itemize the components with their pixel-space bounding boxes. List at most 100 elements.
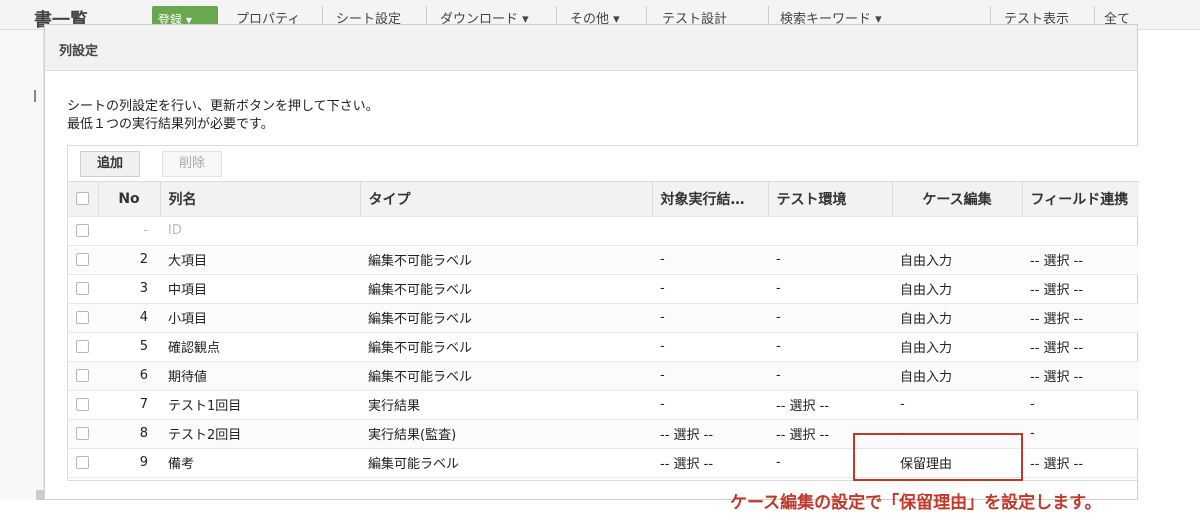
row-column-name: 小項目 xyxy=(160,303,360,333)
header-case-edit[interactable]: ケース編集 xyxy=(892,182,1023,217)
row-field-link[interactable]: -- 選択 -- xyxy=(1022,361,1139,391)
grid-toolbar: 追加 削除 xyxy=(68,146,1139,182)
row-field-link[interactable]: -- 選択 -- xyxy=(1022,332,1139,362)
row-field-link[interactable]: - xyxy=(1022,419,1139,449)
row-field-link[interactable]: -- 選択 -- xyxy=(1022,274,1139,304)
highlight-box xyxy=(853,433,1023,481)
row-checkbox[interactable] xyxy=(76,369,89,382)
header-type[interactable]: タイプ xyxy=(360,182,653,217)
row-column-name: ID xyxy=(160,216,360,246)
annotation-text: ケース編集の設定で「保留理由」を設定します。 xyxy=(730,493,1102,513)
row-target-result[interactable]: - xyxy=(652,274,768,304)
row-type: 編集可能ラベル xyxy=(360,448,652,478)
row-no[interactable]: 9 xyxy=(98,448,160,478)
table-row[interactable]: 7 テスト1回目 実行結果 - -- 選択 -- - - xyxy=(68,390,1139,420)
row-case-edit[interactable]: 自由入力 xyxy=(892,303,1022,333)
row-checkbox[interactable] xyxy=(76,282,89,295)
row-select-cell xyxy=(68,448,98,478)
table-row[interactable]: - ID xyxy=(68,216,1139,246)
row-test-env[interactable]: - xyxy=(768,245,892,275)
row-column-name: 期待値 xyxy=(160,361,360,391)
row-column-name: 大項目 xyxy=(160,245,360,275)
row-checkbox[interactable] xyxy=(76,340,89,353)
table-row[interactable]: 2 大項目 編集不可能ラベル - - 自由入力 -- 選択 -- xyxy=(68,245,1139,275)
header-column-name[interactable]: 列名 xyxy=(160,182,361,217)
row-case-edit[interactable]: 自由入力 xyxy=(892,274,1022,304)
row-test-env[interactable]: -- 選択 -- xyxy=(768,390,892,420)
add-button[interactable]: 追加 xyxy=(80,151,141,177)
row-type: 編集不可能ラベル xyxy=(360,332,652,362)
row-field-link[interactable]: -- 選択 -- xyxy=(1022,448,1139,478)
select-all-checkbox[interactable] xyxy=(76,192,89,206)
row-select-cell xyxy=(68,390,98,420)
row-no[interactable]: 2 xyxy=(98,245,160,275)
row-no[interactable]: 8 xyxy=(98,419,160,449)
row-type: 編集不可能ラベル xyxy=(360,245,652,275)
row-no[interactable]: 4 xyxy=(98,303,160,333)
row-test-env[interactable]: - xyxy=(768,332,892,362)
row-target-result[interactable]: - xyxy=(652,303,768,333)
row-target-result[interactable]: -- 選択 -- xyxy=(652,419,768,449)
header-field-link[interactable]: フィールド連携 xyxy=(1022,182,1139,217)
row-column-name: テスト2回目 xyxy=(160,419,360,449)
row-target-result[interactable]: - xyxy=(652,361,768,391)
row-no[interactable]: - xyxy=(98,216,160,246)
row-field-link[interactable]: - xyxy=(1022,390,1139,420)
row-target-result[interactable]: - xyxy=(652,332,768,362)
row-column-name: 確認観点 xyxy=(160,332,360,362)
table-row[interactable]: 5 確認観点 編集不可能ラベル - - 自由入力 -- 選択 -- xyxy=(68,332,1139,362)
row-checkbox[interactable] xyxy=(76,224,89,237)
table-row[interactable]: 6 期待値 編集不可能ラベル - - 自由入力 -- 選択 -- xyxy=(68,361,1139,391)
row-type: 実行結果 xyxy=(360,390,652,420)
row-select-cell xyxy=(68,332,98,362)
header-no[interactable]: No xyxy=(98,182,161,217)
header-test-env[interactable]: テスト環境 xyxy=(768,182,893,217)
select-all-cell xyxy=(68,182,99,217)
row-checkbox[interactable] xyxy=(76,427,89,440)
dialog-header: 列設定 xyxy=(45,25,1137,71)
description-line-2: 最低１つの実行結果列が必要です。 xyxy=(67,117,274,132)
table-row[interactable]: 3 中項目 編集不可能ラベル - - 自由入力 -- 選択 -- xyxy=(68,274,1139,304)
row-no[interactable]: 7 xyxy=(98,390,160,420)
column-settings-dialog: 列設定 シートの列設定を行い、更新ボタンを押して下さい。 最低１つの実行結果列が… xyxy=(44,24,1139,500)
row-target-result[interactable]: - xyxy=(652,390,768,420)
row-target-result[interactable] xyxy=(652,216,768,246)
delete-button[interactable]: 削除 xyxy=(162,151,223,177)
row-checkbox[interactable] xyxy=(76,398,89,411)
row-select-cell xyxy=(68,216,98,246)
row-case-edit[interactable] xyxy=(892,216,1022,246)
table-row[interactable]: 4 小項目 編集不可能ラベル - - 自由入力 -- 選択 -- xyxy=(68,303,1139,333)
row-field-link[interactable]: -- 選択 -- xyxy=(1022,245,1139,275)
row-select-cell xyxy=(68,274,98,304)
row-test-env[interactable]: - xyxy=(768,361,892,391)
row-type: 編集不可能ラベル xyxy=(360,303,652,333)
row-test-env[interactable] xyxy=(768,216,892,246)
row-select-cell xyxy=(68,303,98,333)
background-scroll-marker xyxy=(36,490,44,500)
row-no[interactable]: 3 xyxy=(98,274,160,304)
row-checkbox[interactable] xyxy=(76,456,89,469)
row-case-edit[interactable]: 自由入力 xyxy=(892,332,1022,362)
row-checkbox[interactable] xyxy=(76,253,89,266)
row-no[interactable]: 6 xyxy=(98,361,160,391)
columns-grid: 追加 削除 No 列名 タイプ 対象実行結… テスト環境 ケース編集 フィールド… xyxy=(67,145,1139,481)
row-type: 実行結果(監査) xyxy=(360,419,652,449)
row-target-result[interactable]: - xyxy=(652,245,768,275)
row-checkbox[interactable] xyxy=(76,311,89,324)
row-case-edit[interactable]: 自由入力 xyxy=(892,245,1022,275)
row-select-cell xyxy=(68,361,98,391)
background-sidebar xyxy=(0,30,44,500)
row-field-link[interactable]: -- 選択 -- xyxy=(1022,303,1139,333)
row-field-link[interactable] xyxy=(1022,216,1139,246)
header-target-result[interactable]: 対象実行結… xyxy=(652,182,769,217)
table-header-row: No 列名 タイプ 対象実行結… テスト環境 ケース編集 フィールド連携 xyxy=(68,182,1139,217)
row-case-edit[interactable]: - xyxy=(892,390,1022,420)
row-target-result[interactable]: -- 選択 -- xyxy=(652,448,768,478)
row-test-env[interactable]: - xyxy=(768,303,892,333)
row-type: 編集不可能ラベル xyxy=(360,274,652,304)
row-test-env[interactable]: - xyxy=(768,274,892,304)
row-case-edit[interactable]: 自由入力 xyxy=(892,361,1022,391)
row-column-name: 中項目 xyxy=(160,274,360,304)
row-column-name: 備考 xyxy=(160,448,360,478)
row-no[interactable]: 5 xyxy=(98,332,160,362)
